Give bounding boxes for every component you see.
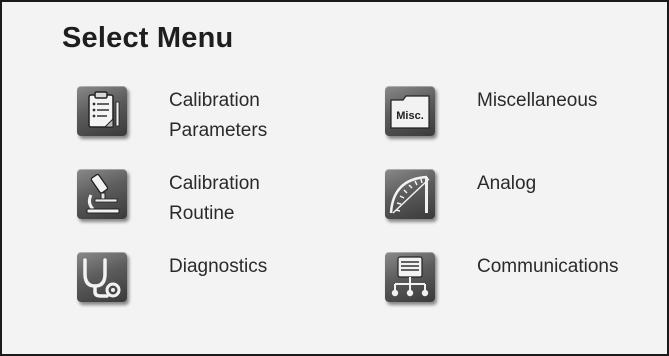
menu-item-label: Diagnostics (169, 256, 268, 277)
page-title: Select Menu (62, 22, 234, 54)
menu-item-label: Analog (477, 173, 537, 194)
menu-item-communications[interactable]: Communications (385, 252, 655, 312)
menu-item-label: Communications (477, 256, 619, 277)
select-menu-panel: Select Menu Calibration Parameters Calib… (0, 0, 669, 356)
stethoscope-icon (77, 252, 127, 302)
clipboard-icon (77, 86, 127, 136)
menu-item-label: Miscellaneous (477, 90, 598, 111)
network-icon (385, 252, 435, 302)
menu-item-diagnostics[interactable]: Diagnostics (77, 252, 317, 312)
microscope-icon (77, 169, 127, 219)
menu-item-label: Calibration Routine (169, 173, 260, 224)
misc-icon-text: Misc. (396, 110, 424, 122)
gauge-icon (385, 169, 435, 219)
menu-item-calibration-routine[interactable]: Calibration Routine (77, 169, 317, 229)
menu-item-miscellaneous[interactable]: Misc. Miscellaneous (385, 86, 645, 146)
menu-item-analog[interactable]: Analog (385, 169, 645, 229)
misc-folder-icon: Misc. (385, 86, 435, 136)
menu-item-label: Calibration Parameters (169, 90, 268, 141)
menu-item-calibration-parameters[interactable]: Calibration Parameters (77, 86, 317, 146)
